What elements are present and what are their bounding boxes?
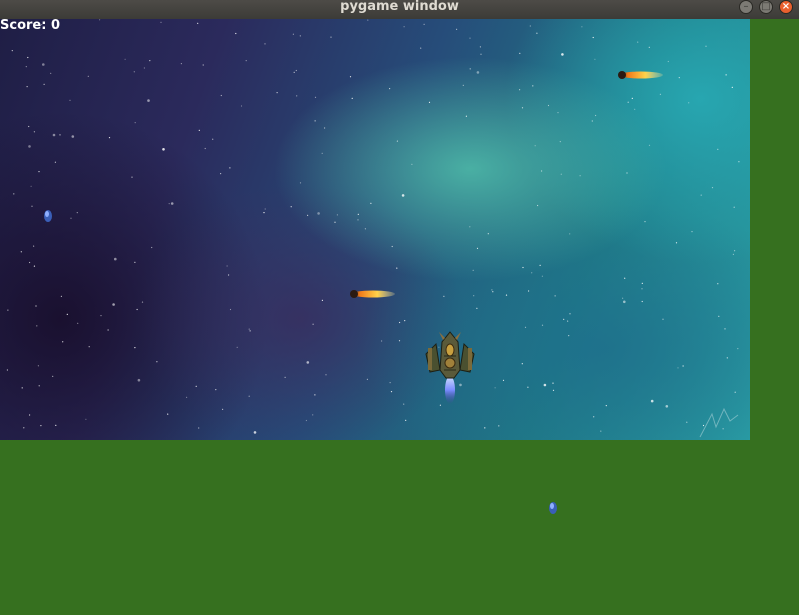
score-display: Score: 0	[0, 19, 60, 33]
close-button[interactable]: ×	[779, 0, 793, 14]
game-window: pygame window – □ × Score: 0	[0, 0, 799, 615]
close-icon: ×	[781, 1, 791, 12]
blue-gem-icon	[44, 210, 52, 222]
minimize-button[interactable]: –	[739, 0, 753, 14]
signature-mark	[699, 407, 739, 438]
game-surface[interactable]: Score: 0	[0, 19, 799, 615]
space-background	[0, 19, 750, 440]
fireball-icon	[618, 71, 663, 79]
maximize-button[interactable]: □	[759, 0, 773, 14]
spaceship-icon	[425, 331, 475, 404]
minimize-icon: –	[743, 1, 749, 12]
fireball-icon	[350, 290, 395, 298]
title-bar[interactable]: pygame window – □ ×	[0, 0, 799, 19]
maximize-icon: □	[761, 1, 771, 12]
blue-gem-icon	[549, 502, 557, 514]
window-title: pygame window	[340, 0, 459, 14]
